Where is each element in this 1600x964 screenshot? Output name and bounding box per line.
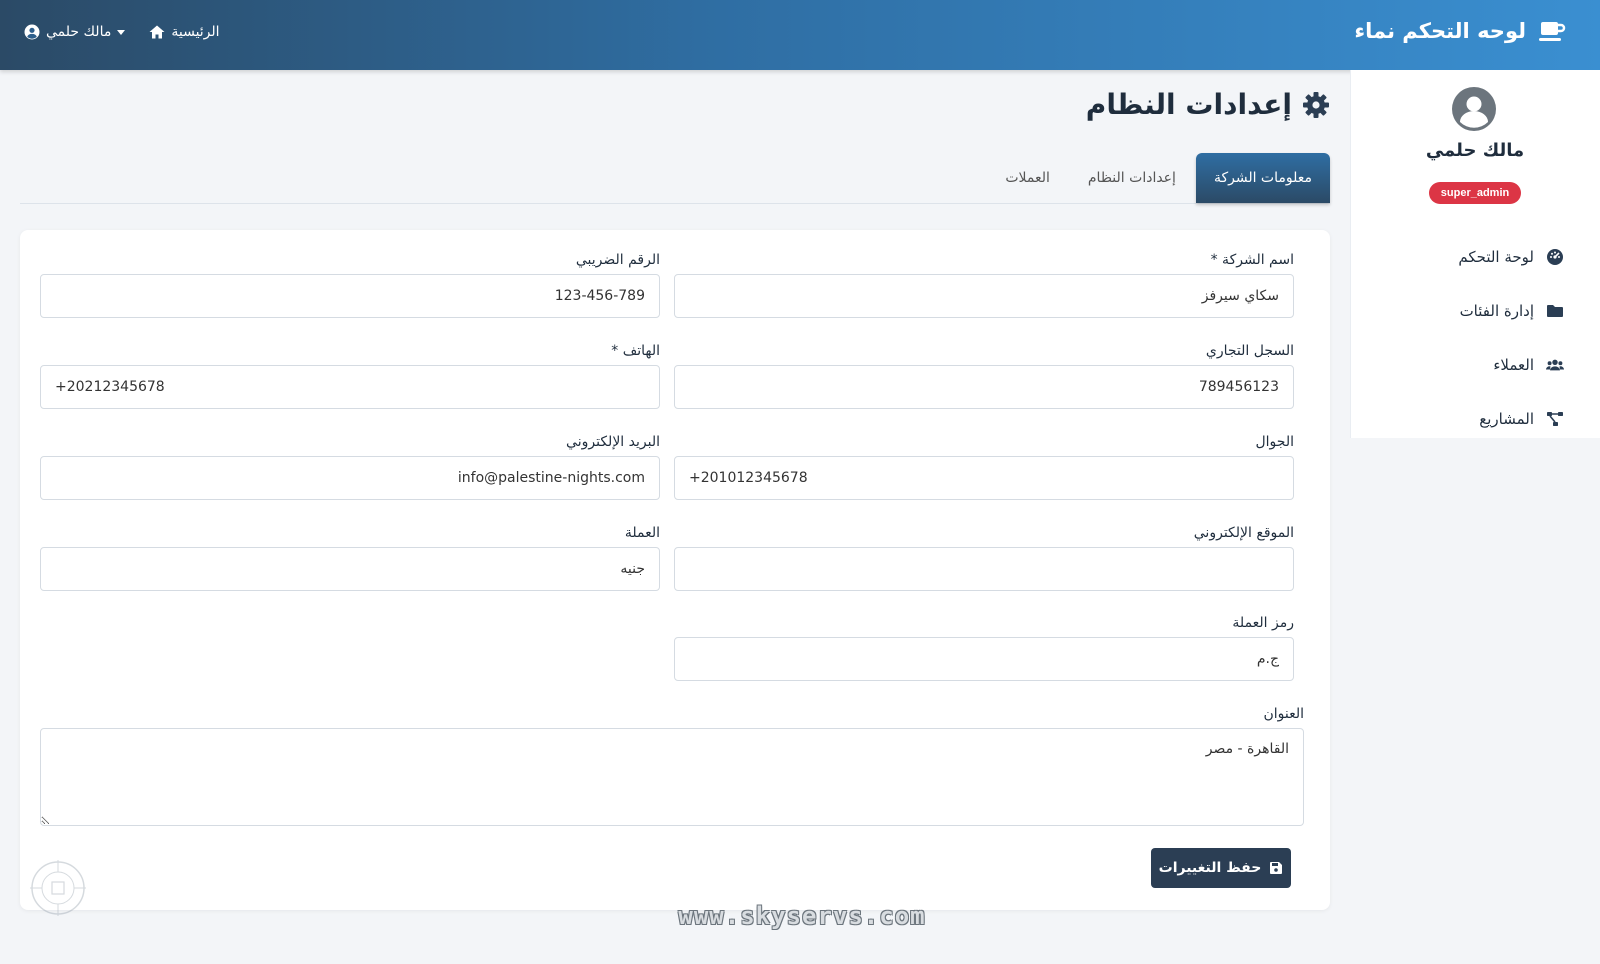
currency-label: العملة (624, 525, 660, 541)
sidebar-item-clients[interactable]: العملاء (1350, 338, 1600, 392)
address-label: العنوان (1263, 706, 1304, 722)
sidebar-user-name: مالك حلمي (1425, 140, 1525, 161)
caret-down-icon (117, 29, 126, 35)
phone-field: الهاتف * (40, 341, 660, 409)
email-label: البريد الإلكتروني (566, 434, 660, 450)
website-field: الموقع الإلكتروني (674, 523, 1294, 591)
home-icon (149, 25, 165, 39)
currency-symbol-field: رمز العملة (674, 613, 1294, 681)
top-nav: مالك حلمي الرئيسية (24, 24, 220, 40)
gear-icon (1303, 91, 1329, 118)
project-diagram-icon (1547, 412, 1563, 426)
company-info-form: اسم الشركة * السجل التجاري الجوال الموقع… (20, 230, 1330, 910)
mobile-input[interactable] (674, 456, 1294, 500)
sidebar-item-label: لوحة التحكم (1458, 248, 1534, 266)
brand-title: لوحه التحكم نماء (1354, 19, 1526, 43)
tax-number-label: الرقم الضريبي (575, 252, 660, 268)
sidebar: مالك حلمي super_admin لوحة التحكم إدارة … (1350, 70, 1600, 438)
tax-number-input[interactable] (40, 274, 660, 318)
tab-currencies[interactable]: العملات (987, 153, 1068, 203)
dashboard-icon (1547, 249, 1563, 265)
sidebar-menu: لوحة التحكم إدارة الفئات العملاء المشاري… (1350, 230, 1600, 446)
sidebar-item-label: المشاريع (1479, 410, 1534, 428)
email-field: البريد الإلكتروني (40, 432, 660, 500)
commercial-register-label: السجل التجاري (1205, 343, 1294, 359)
settings-tabs: معلومات الشركة إعدادات النظام العملات (20, 153, 1330, 204)
brand[interactable]: لوحه التحكم نماء (1354, 18, 1566, 44)
page-title: إعدادات النظام (1086, 88, 1330, 121)
currency-field: العملة (40, 523, 660, 591)
watermark-logo-icon (30, 860, 86, 916)
users-icon (1546, 359, 1564, 371)
phone-input[interactable] (40, 365, 660, 409)
role-badge: super_admin (1429, 182, 1521, 204)
company-name-field: اسم الشركة * (674, 250, 1294, 318)
user-avatar-icon (1452, 87, 1496, 131)
commercial-register-input[interactable] (674, 365, 1294, 409)
save-icon (1270, 862, 1283, 874)
currency-symbol-label: رمز العملة (1232, 615, 1294, 631)
home-link-label: الرئيسية (171, 24, 220, 40)
folder-icon (1547, 305, 1563, 317)
tab-system-settings[interactable]: إعدادات النظام (1070, 153, 1194, 203)
top-navbar: لوحه التحكم نماء مالك حلمي الرئيسية (0, 0, 1600, 70)
save-button-label: حفظ التغييرات (1158, 860, 1262, 876)
user-menu[interactable]: مالك حلمي (24, 24, 126, 40)
save-button[interactable]: حفظ التغييرات (1151, 848, 1291, 888)
user-menu-label: مالك حلمي (46, 24, 112, 40)
mobile-field: الجوال (674, 432, 1294, 500)
address-textarea[interactable]: القاهرة - مصر (40, 728, 1304, 826)
page-title-text: إعدادات النظام (1085, 88, 1292, 121)
mobile-label: الجوال (1255, 434, 1295, 450)
coffee-icon (1539, 22, 1566, 41)
sidebar-item-categories[interactable]: إدارة الفئات (1350, 284, 1600, 338)
website-label: الموقع الإلكتروني (1193, 525, 1294, 541)
company-name-label: اسم الشركة * (1210, 252, 1294, 268)
commercial-register-field: السجل التجاري (674, 341, 1294, 409)
main-content: إعدادات النظام معلومات الشركة إعدادات ال… (20, 70, 1330, 964)
phone-label: الهاتف * (611, 343, 660, 359)
watermark-text: www.skyservs.com (678, 902, 926, 930)
currency-symbol-input[interactable] (674, 637, 1294, 681)
currency-input[interactable] (40, 547, 660, 591)
user-circle-icon (24, 24, 40, 40)
sidebar-item-label: العملاء (1493, 356, 1534, 374)
sidebar-item-dashboard[interactable]: لوحة التحكم (1350, 230, 1600, 284)
email-input[interactable] (40, 456, 660, 500)
sidebar-item-label: إدارة الفئات (1459, 302, 1534, 320)
sidebar-item-projects[interactable]: المشاريع (1350, 392, 1600, 446)
address-field: العنوان القاهرة - مصر (40, 704, 1304, 826)
company-name-input[interactable] (674, 274, 1294, 318)
home-link[interactable]: الرئيسية (149, 24, 220, 40)
tax-number-field: الرقم الضريبي (40, 250, 660, 318)
tab-company-info[interactable]: معلومات الشركة (1195, 153, 1330, 203)
website-input[interactable] (674, 547, 1294, 591)
